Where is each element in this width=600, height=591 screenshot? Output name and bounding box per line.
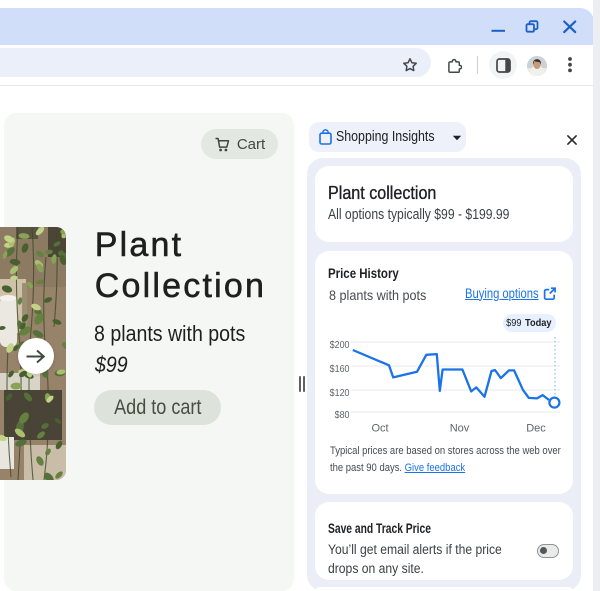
- svg-text:$80: $80: [335, 409, 350, 421]
- svg-text:$160: $160: [330, 363, 350, 375]
- svg-text:$200: $200: [330, 339, 350, 351]
- svg-text:Nov: Nov: [450, 423, 470, 435]
- svg-text:Oct: Oct: [371, 423, 388, 435]
- svg-text:$120: $120: [330, 387, 350, 399]
- svg-text:Dec: Dec: [526, 423, 546, 435]
